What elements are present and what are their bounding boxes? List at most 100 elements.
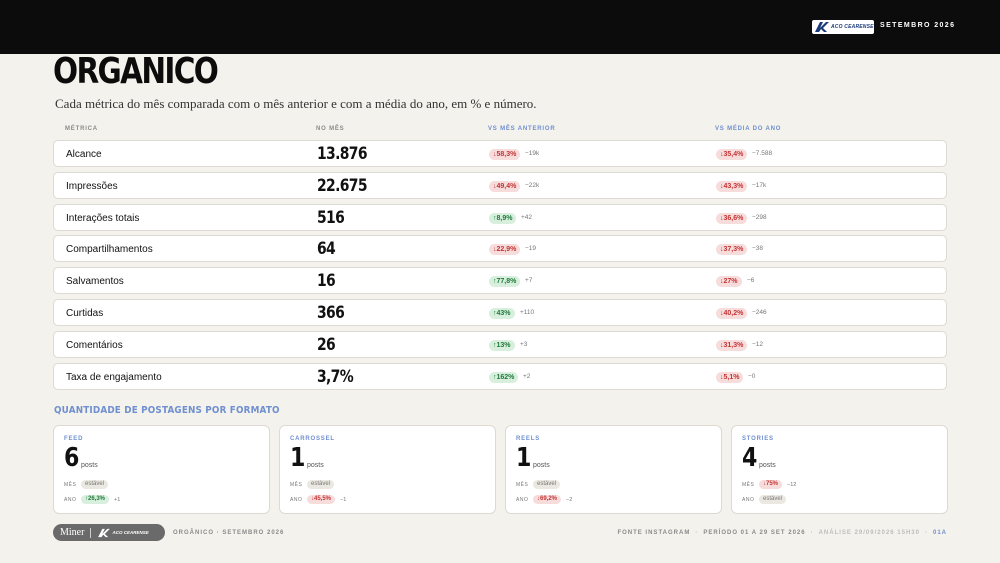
prev-change-delta: +110 (520, 309, 535, 316)
prev-change-delta: +2 (523, 372, 531, 380)
column-header-metric: MÉTRICA (65, 126, 98, 132)
prev-change-delta: −22k (525, 181, 540, 189)
metric-label: Impressões (66, 180, 118, 192)
brand-mark-icon (98, 528, 111, 537)
avg-change-delta: −7.588 (752, 150, 773, 157)
posts-label: posts (759, 462, 776, 469)
prev-change-delta: −19k (525, 150, 540, 157)
year-change-badge: ↓45,5% (307, 495, 336, 504)
month-change-badge: estável (307, 480, 335, 489)
month-label: MÊS (64, 482, 77, 488)
avg-change-delta: −12 (752, 340, 764, 348)
metric-value: 16 (317, 271, 336, 292)
format-card: REELS 1 posts MÊS estável ANO ↓69,2% −2 (505, 425, 722, 514)
prev-change-badge: ↓22,9% (489, 244, 521, 256)
month-change-badge: ↓75% (759, 480, 783, 489)
brand-logo: ACO CEARENSE (812, 20, 874, 34)
column-header-avg: VS MÉDIA DO ANO (715, 126, 782, 132)
metric-label: Curtidas (66, 308, 104, 319)
format-name: CARROSSEL (290, 436, 335, 442)
table-row: Curtidas 366 ↑43% +110 ↓40,2% −246 (53, 299, 947, 326)
year-label: ANO (64, 497, 77, 503)
format-name: FEED (64, 436, 84, 442)
footer-analysis: ANÁLISE 29/09/2026 15H30 (818, 530, 920, 536)
formats-section-title: QUANTIDADE DE POSTAGENS POR FORMATO (54, 405, 280, 416)
prev-change-badge: ↓58,3% (489, 149, 521, 160)
prev-change-badge: ↑77,8% (489, 276, 521, 288)
prev-change-delta: +42 (521, 213, 533, 221)
table-row: Taxa de engajamento 3,7% ↑162% +2 ↓5,1% −0 (53, 362, 947, 390)
miner-logo: Miner (60, 527, 85, 538)
posts-label: posts (307, 462, 324, 469)
year-change-badge: estável (759, 495, 787, 504)
prev-change-badge: ↓49,4% (489, 180, 521, 192)
avg-change-badge: ↓27% (716, 276, 742, 288)
footer-section-label: ORGÂNICO · SETEMBRO 2026 (173, 530, 285, 536)
prev-change-badge: ↑13% (489, 339, 515, 351)
year-change-badge: ↓69,2% (533, 495, 562, 504)
month-change-badge: estável (81, 480, 109, 489)
year-change-delta: +1 (114, 497, 121, 503)
footer-source: FONTE INSTAGRAM (617, 530, 691, 536)
footer-badge: Miner ACO CEARENSE (53, 524, 165, 541)
metric-value: 64 (317, 239, 336, 260)
footer-brand-text: ACO CEARENSE (112, 530, 149, 535)
avg-change-badge: ↓31,3% (716, 339, 748, 351)
format-card: STORIES 4 posts MÊS ↓75% −12 ANO estável (731, 425, 948, 514)
avg-change-delta: −38 (752, 245, 764, 253)
avg-change-badge: ↓43,3% (716, 180, 748, 192)
format-name: STORIES (742, 436, 774, 442)
footer-divider (90, 527, 92, 538)
month-change-badge: estável (533, 480, 561, 489)
metric-value: 13.876 (317, 144, 368, 164)
top-bar: ACO CEARENSE SETEMBRO 2026 (0, 0, 1000, 54)
header-date: SETEMBRO 2026 (880, 22, 956, 29)
format-name: REELS (516, 436, 541, 442)
metric-value: 366 (317, 303, 345, 323)
format-card: FEED 6 posts MÊS estável ANO ↑26,3% +1 (53, 425, 270, 514)
year-label: ANO (516, 497, 529, 503)
format-card: CARROSSEL 1 posts MÊS estável ANO ↓45,5% −1 (279, 425, 496, 514)
posts-label: posts (533, 462, 550, 469)
table-row: Salvamentos 16 ↑77,8% +7 ↓27% −6 (53, 267, 947, 295)
footer-page-code: 01A (932, 530, 947, 536)
page-subtitle: Cada métrica do mês comparada com o mês … (55, 96, 537, 111)
prev-change-delta: −19 (525, 245, 537, 253)
avg-change-delta: −298 (752, 213, 767, 221)
metric-label: Salvamentos (66, 276, 124, 288)
prev-change-delta: +3 (520, 340, 528, 348)
month-change-delta: −12 (787, 482, 797, 488)
metric-label: Comentários (66, 339, 123, 351)
column-header-prev: VS MÊS ANTERIOR (488, 126, 556, 132)
month-label: MÊS (742, 482, 755, 488)
avg-change-badge: ↓36,6% (716, 212, 748, 224)
metric-label: Alcance (66, 149, 102, 160)
prev-change-delta: +7 (525, 277, 533, 285)
year-change-badge: ↑26,3% (81, 495, 110, 504)
brand-mark-icon (815, 22, 829, 32)
year-change-delta: −1 (340, 497, 347, 503)
posts-label: posts (81, 462, 98, 469)
page-title: ORGANICO (53, 51, 219, 92)
table-row: Alcance 13.876 ↓58,3% −19k ↓35,4% −7.588 (53, 140, 947, 167)
prev-change-badge: ↑8,9% (489, 212, 517, 224)
month-label: MÊS (290, 482, 303, 488)
metric-label: Compartilhamentos (66, 244, 153, 256)
footer-period: PERÍODO 01 A 29 SET 2026 (703, 530, 806, 536)
brand-logo-text: ACO CEARENSE (831, 24, 874, 30)
month-label: MÊS (516, 482, 529, 488)
column-header-month: NO MÊS (316, 126, 345, 132)
metric-value: 26 (317, 334, 336, 355)
metric-label: Taxa de engajamento (66, 371, 162, 383)
avg-change-badge: ↓35,4% (716, 149, 748, 160)
avg-change-delta: −246 (752, 309, 767, 316)
metric-value: 22.675 (317, 175, 368, 196)
year-label: ANO (742, 497, 755, 503)
metric-value: 3,7% (317, 366, 354, 387)
avg-change-badge: ↓40,2% (716, 308, 748, 319)
year-label: ANO (290, 497, 303, 503)
prev-change-badge: ↑43% (489, 308, 515, 319)
avg-change-delta: −17k (752, 181, 767, 189)
footer-meta: FONTE INSTAGRAM · PERÍODO 01 A 29 SET 2026… (617, 530, 947, 536)
prev-change-badge: ↑162% (489, 371, 519, 383)
